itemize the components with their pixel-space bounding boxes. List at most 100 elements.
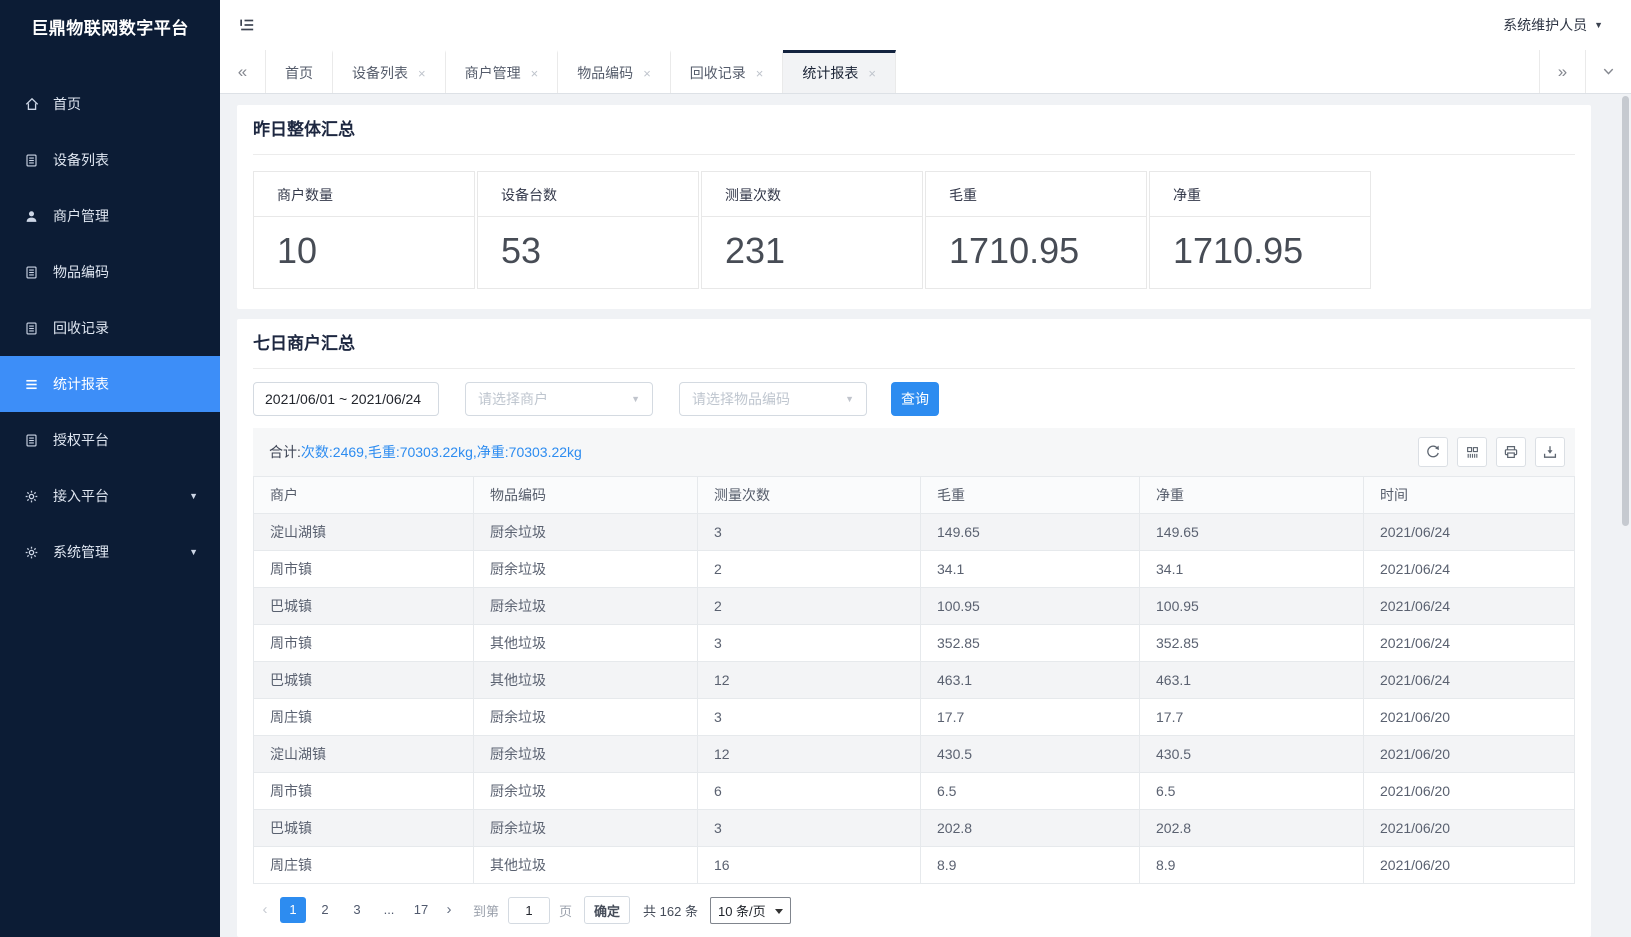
totals-values: 次数:2469,毛重:70303.22kg,净重:70303.22kg [301, 444, 582, 460]
tab[interactable]: 统计报表 × [783, 50, 896, 93]
tab[interactable]: 首页 [266, 50, 333, 93]
table-cell: 厨余垃圾 [474, 699, 698, 736]
tabs-scroll-right-button[interactable]: » [1539, 50, 1585, 93]
tab-close-icon[interactable]: × [643, 66, 651, 81]
print-button[interactable] [1496, 437, 1526, 467]
table-cell: 2021/06/20 [1364, 810, 1575, 847]
merchant-select[interactable]: 请选择商户 ▼ [465, 382, 653, 416]
page-size-select[interactable]: 10 条/页 [710, 897, 791, 924]
tab-bar: « 首页 设备列表 × 商户管理 × [220, 50, 1631, 94]
table-cell: 34.1 [921, 551, 1140, 588]
sidebar-item[interactable]: 商户管理 [0, 188, 220, 244]
table-cell: 周市镇 [254, 773, 474, 810]
app-window: 巨鼎物联网数字平台 首页 设备列表 商户管理 [0, 0, 1631, 937]
table-row: 巴城镇 厨余垃圾 2 100.95 100.95 2021/06/24 [254, 588, 1575, 625]
table-row: 周庄镇 其他垃圾 16 8.9 8.9 2021/06/20 [254, 847, 1575, 884]
table-cell: 2021/06/24 [1364, 514, 1575, 551]
sidebar-collapse-icon[interactable] [238, 14, 260, 36]
table-cell: 2 [698, 551, 921, 588]
sidebar-item-label: 物品编码 [53, 262, 109, 282]
table-cell: 周市镇 [254, 625, 474, 662]
custom-columns-button[interactable] [1457, 437, 1487, 467]
main-area: 系统维护人员 ▼ « 首页 设备列表 × [220, 0, 1631, 937]
stat-card: 设备台数 53 [477, 171, 699, 289]
sidebar-item[interactable]: 系统管理 ▼ [0, 524, 220, 580]
item-code-select[interactable]: 请选择物品编码 ▼ [679, 382, 867, 416]
table-cell: 6.5 [921, 773, 1140, 810]
page-button[interactable]: 17 [408, 897, 434, 923]
table-cell: 17.7 [1140, 699, 1364, 736]
sidebar-item[interactable]: 设备列表 [0, 132, 220, 188]
page-button[interactable]: ... [376, 897, 402, 923]
export-button[interactable] [1535, 437, 1565, 467]
confirm-button[interactable]: 确定 [584, 896, 630, 924]
sidebar-item[interactable]: 回收记录 [0, 300, 220, 356]
table-cell: 463.1 [921, 662, 1140, 699]
table-row: 淀山湖镇 厨余垃圾 12 430.5 430.5 2021/06/20 [254, 736, 1575, 773]
table-cell: 2021/06/24 [1364, 625, 1575, 662]
table-cell: 厨余垃圾 [474, 588, 698, 625]
table-cell: 2 [698, 588, 921, 625]
tab-label: 设备列表 [352, 63, 408, 83]
prev-page-button[interactable]: ‹ [253, 897, 277, 923]
table-cell: 430.5 [921, 736, 1140, 773]
table-cell: 149.65 [1140, 514, 1364, 551]
page-button[interactable]: 2 [312, 897, 338, 923]
sidebar: 巨鼎物联网数字平台 首页 设备列表 商户管理 [0, 0, 220, 937]
tab-close-icon[interactable]: × [531, 66, 539, 81]
table-cell: 202.8 [921, 810, 1140, 847]
goto-page-input[interactable] [508, 897, 550, 924]
table-cell: 6 [698, 773, 921, 810]
stat-card: 毛重 1710.95 [925, 171, 1147, 289]
tab-close-icon[interactable]: × [756, 66, 764, 81]
user-menu[interactable]: 系统维护人员 ▼ [1503, 15, 1603, 35]
table-cell: 淀山湖镇 [254, 736, 474, 773]
tab[interactable]: 商户管理 × [446, 50, 559, 93]
totals-summary: 合计:次数:2469,毛重:70303.22kg,净重:70303.22kg [269, 442, 582, 462]
sidebar-item[interactable]: 授权平台 [0, 412, 220, 468]
tab-label: 统计报表 [802, 63, 858, 83]
sidebar-item[interactable]: 首页 [0, 76, 220, 132]
stat-card-label: 毛重 [926, 172, 1146, 217]
table-header: 商户 物品编码 测量次数 毛重 净重 时间 [254, 477, 1575, 514]
table-cell: 3 [698, 699, 921, 736]
menu-icon [24, 376, 42, 392]
sidebar-item-label: 回收记录 [53, 318, 109, 338]
table-cell: 352.85 [1140, 625, 1364, 662]
sidebar-item[interactable]: 接入平台 ▼ [0, 468, 220, 524]
page-size-value: 10 条/页 [718, 901, 766, 920]
date-range-input[interactable] [253, 382, 439, 416]
page-button[interactable]: 3 [344, 897, 370, 923]
sidebar-item[interactable]: 统计报表 [0, 356, 220, 412]
doc-icon [24, 432, 42, 448]
next-page-button[interactable]: › [437, 897, 461, 923]
pagination: ‹ 1 2 3 ... 17 › [253, 896, 1575, 924]
tab-close-icon[interactable]: × [418, 66, 426, 81]
refresh-button[interactable] [1418, 437, 1448, 467]
tab-label: 商户管理 [465, 63, 521, 83]
table-cell: 100.95 [921, 588, 1140, 625]
table-cell: 3 [698, 625, 921, 662]
table-cell: 厨余垃圾 [474, 810, 698, 847]
sidebar-item[interactable]: 物品编码 [0, 244, 220, 300]
search-button[interactable]: 查询 [891, 382, 939, 416]
column-header: 测量次数 [698, 477, 921, 514]
doc-icon [24, 320, 42, 336]
table-cell: 352.85 [921, 625, 1140, 662]
tabs-menu-button[interactable] [1585, 50, 1631, 93]
tab-close-icon[interactable]: × [868, 66, 876, 81]
vertical-scrollbar-thumb[interactable] [1622, 96, 1629, 526]
totals-prefix: 合计: [269, 444, 301, 460]
tab[interactable]: 回收记录 × [671, 50, 784, 93]
tab[interactable]: 设备列表 × [333, 50, 446, 93]
table-cell: 2021/06/20 [1364, 699, 1575, 736]
stat-card-value: 53 [478, 217, 698, 288]
tab[interactable]: 物品编码 × [558, 50, 671, 93]
page-button[interactable]: 1 [280, 897, 306, 923]
tabs-scroll-left-button[interactable]: « [220, 50, 266, 93]
table-row: 周市镇 其他垃圾 3 352.85 352.85 2021/06/24 [254, 625, 1575, 662]
table-row: 巴城镇 其他垃圾 12 463.1 463.1 2021/06/24 [254, 662, 1575, 699]
doc-icon [24, 152, 42, 168]
stat-card: 测量次数 231 [701, 171, 923, 289]
stat-card-label: 商户数量 [254, 172, 474, 217]
